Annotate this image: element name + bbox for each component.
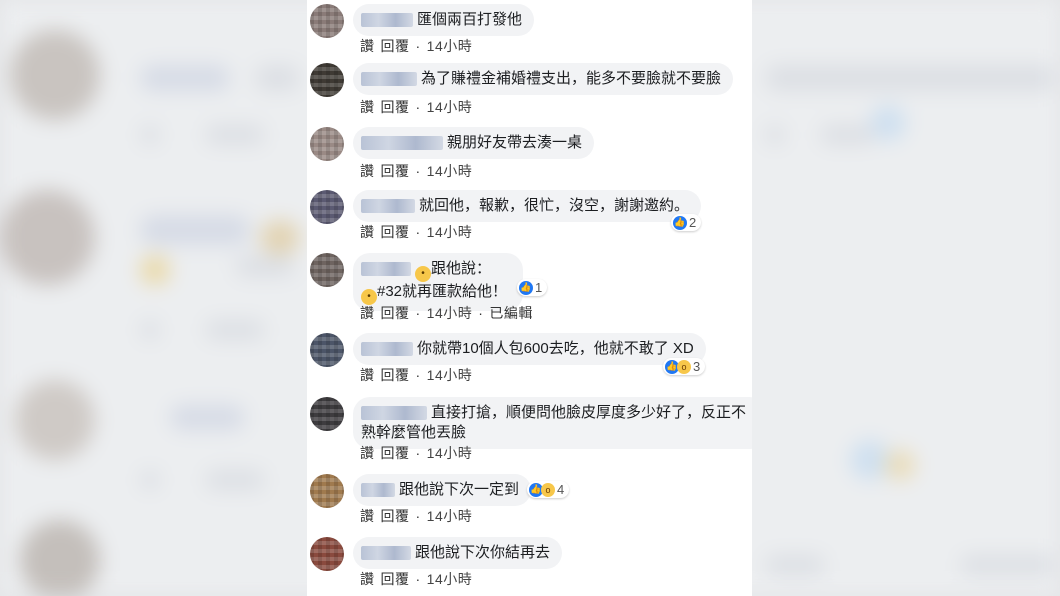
reply-link[interactable]: 回覆: [381, 99, 410, 115]
commenter-name-blurred[interactable]: [361, 483, 395, 498]
avatar[interactable]: [310, 537, 344, 571]
like-link[interactable]: 讚: [360, 571, 375, 587]
reply-link[interactable]: 回覆: [381, 367, 410, 383]
reply-link[interactable]: 回覆: [381, 305, 410, 321]
comment-actions: 讚回覆 · 14小時 · 已編輯: [360, 305, 533, 321]
commenter-name-blurred[interactable]: [361, 13, 413, 28]
comment-bubble: 你就帶10個人包600去吃，他就不敢了 XD: [353, 333, 706, 365]
like-link[interactable]: 讚: [360, 305, 375, 321]
avatar[interactable]: [310, 333, 344, 367]
reply-link[interactable]: 回覆: [381, 163, 410, 179]
comment-text: 為了賺禮金補婚禮支出，能多不要臉就不要臉: [421, 70, 722, 87]
reply-link[interactable]: 回覆: [381, 571, 410, 587]
comment-actions: 讚回覆 · 14小時: [360, 508, 473, 524]
reaction-summary[interactable]: 👍 2: [671, 214, 702, 231]
like-link[interactable]: 讚: [360, 99, 375, 115]
timestamp[interactable]: 14小時: [427, 445, 473, 461]
timestamp[interactable]: 14小時: [427, 163, 473, 179]
reaction-count: 1: [535, 280, 543, 295]
like-link[interactable]: 讚: [360, 163, 375, 179]
commenter-name-blurred[interactable]: [361, 342, 413, 357]
edited-label[interactable]: 已編輯: [489, 305, 533, 321]
comment-text: 跟他說下次一定到: [399, 481, 520, 498]
reply-link[interactable]: 回覆: [381, 38, 410, 54]
comment-bubble: 匯個兩百打發他: [353, 4, 535, 36]
avatar[interactable]: [310, 63, 344, 97]
comment-bubble: 就回他，報歉，很忙，沒空，謝謝邀約。: [353, 190, 702, 222]
reply-link[interactable]: 回覆: [381, 224, 410, 240]
reaction-summary[interactable]: 👍 o 4: [527, 481, 570, 498]
avatar[interactable]: [310, 127, 344, 161]
reaction-count: 4: [557, 482, 565, 497]
comment-text: 跟他說下次你結再去: [415, 544, 551, 561]
comment-actions: 讚回覆 · 14小時: [360, 367, 473, 383]
timestamp[interactable]: 14小時: [427, 508, 473, 524]
timestamp[interactable]: 14小時: [427, 38, 473, 54]
avatar[interactable]: [310, 253, 344, 287]
timestamp[interactable]: 14小時: [427, 224, 473, 240]
comment-actions: 讚回覆 · 14小時: [360, 163, 473, 179]
timestamp[interactable]: 14小時: [427, 99, 473, 115]
sunglasses-emoji-icon: •: [415, 266, 431, 282]
like-link[interactable]: 讚: [360, 508, 375, 524]
reaction-count: 2: [689, 215, 697, 230]
comment-text: 你就帶10個人包600去吃，他就不敢了 XD: [417, 340, 694, 357]
comment-actions: 讚回覆 · 14小時: [360, 99, 473, 115]
avatar[interactable]: [310, 4, 344, 38]
comment-actions: 讚回覆 · 14小時: [360, 224, 473, 240]
comment-panel: 匯個兩百打發他 讚回覆 · 14小時 為了賺禮金補婚禮支出，能多不要臉就不要臉 讚回…: [307, 0, 752, 596]
commenter-name-blurred[interactable]: [361, 72, 417, 87]
commenter-name-blurred[interactable]: [361, 136, 443, 151]
timestamp[interactable]: 14小時: [427, 367, 473, 383]
commenter-name-blurred[interactable]: [361, 262, 411, 277]
commenter-name-blurred[interactable]: [361, 199, 415, 214]
reaction-count: 3: [693, 359, 701, 374]
reply-link[interactable]: 回覆: [381, 508, 410, 524]
comment-text: 就回他，報歉，很忙，沒空，謝謝邀約。: [419, 197, 690, 214]
like-link[interactable]: 讚: [360, 445, 375, 461]
comment-bubble: 親朋好友帶去湊一桌: [353, 127, 595, 159]
haha-icon: o: [541, 482, 555, 497]
avatar[interactable]: [310, 190, 344, 224]
wow-icon: o: [677, 359, 691, 374]
commenter-name-blurred[interactable]: [361, 406, 427, 421]
comment-actions: 讚回覆 · 14小時: [360, 38, 473, 54]
timestamp[interactable]: 14小時: [427, 571, 473, 587]
comment-actions: 讚回覆 · 14小時: [360, 445, 473, 461]
like-link[interactable]: 讚: [360, 367, 375, 383]
comment-bubble: 跟他說下次一定到: [353, 474, 532, 506]
avatar[interactable]: [310, 397, 344, 431]
thumbs-up-icon: 👍: [519, 280, 533, 295]
comment-text-line2: #32就再匯款給他！: [377, 283, 508, 300]
timestamp[interactable]: 14小時: [427, 305, 473, 321]
comment-text: 親朋好友帶去湊一桌: [447, 134, 583, 151]
avatar[interactable]: [310, 474, 344, 508]
like-link[interactable]: 讚: [360, 224, 375, 240]
reaction-summary[interactable]: 👍 o 3: [663, 358, 706, 375]
like-link[interactable]: 讚: [360, 38, 375, 54]
comment-actions: 讚回覆 · 14小時: [360, 571, 473, 587]
comment-text: 跟他說：: [431, 260, 492, 277]
reply-link[interactable]: 回覆: [381, 445, 410, 461]
comment-bubble: 直接打搶，順便問他臉皮厚度多少好了，反正不熟幹麼管他丟臉: [353, 397, 752, 449]
thumbs-up-icon: 👍: [673, 215, 687, 230]
comment-bubble: 為了賺禮金補婚禮支出，能多不要臉就不要臉: [353, 63, 734, 95]
comment-text: 匯個兩百打發他: [417, 11, 523, 28]
comment-bubble: 跟他說下次你結再去: [353, 537, 563, 569]
commenter-name-blurred[interactable]: [361, 546, 411, 561]
reaction-summary[interactable]: 👍 1: [517, 279, 548, 296]
